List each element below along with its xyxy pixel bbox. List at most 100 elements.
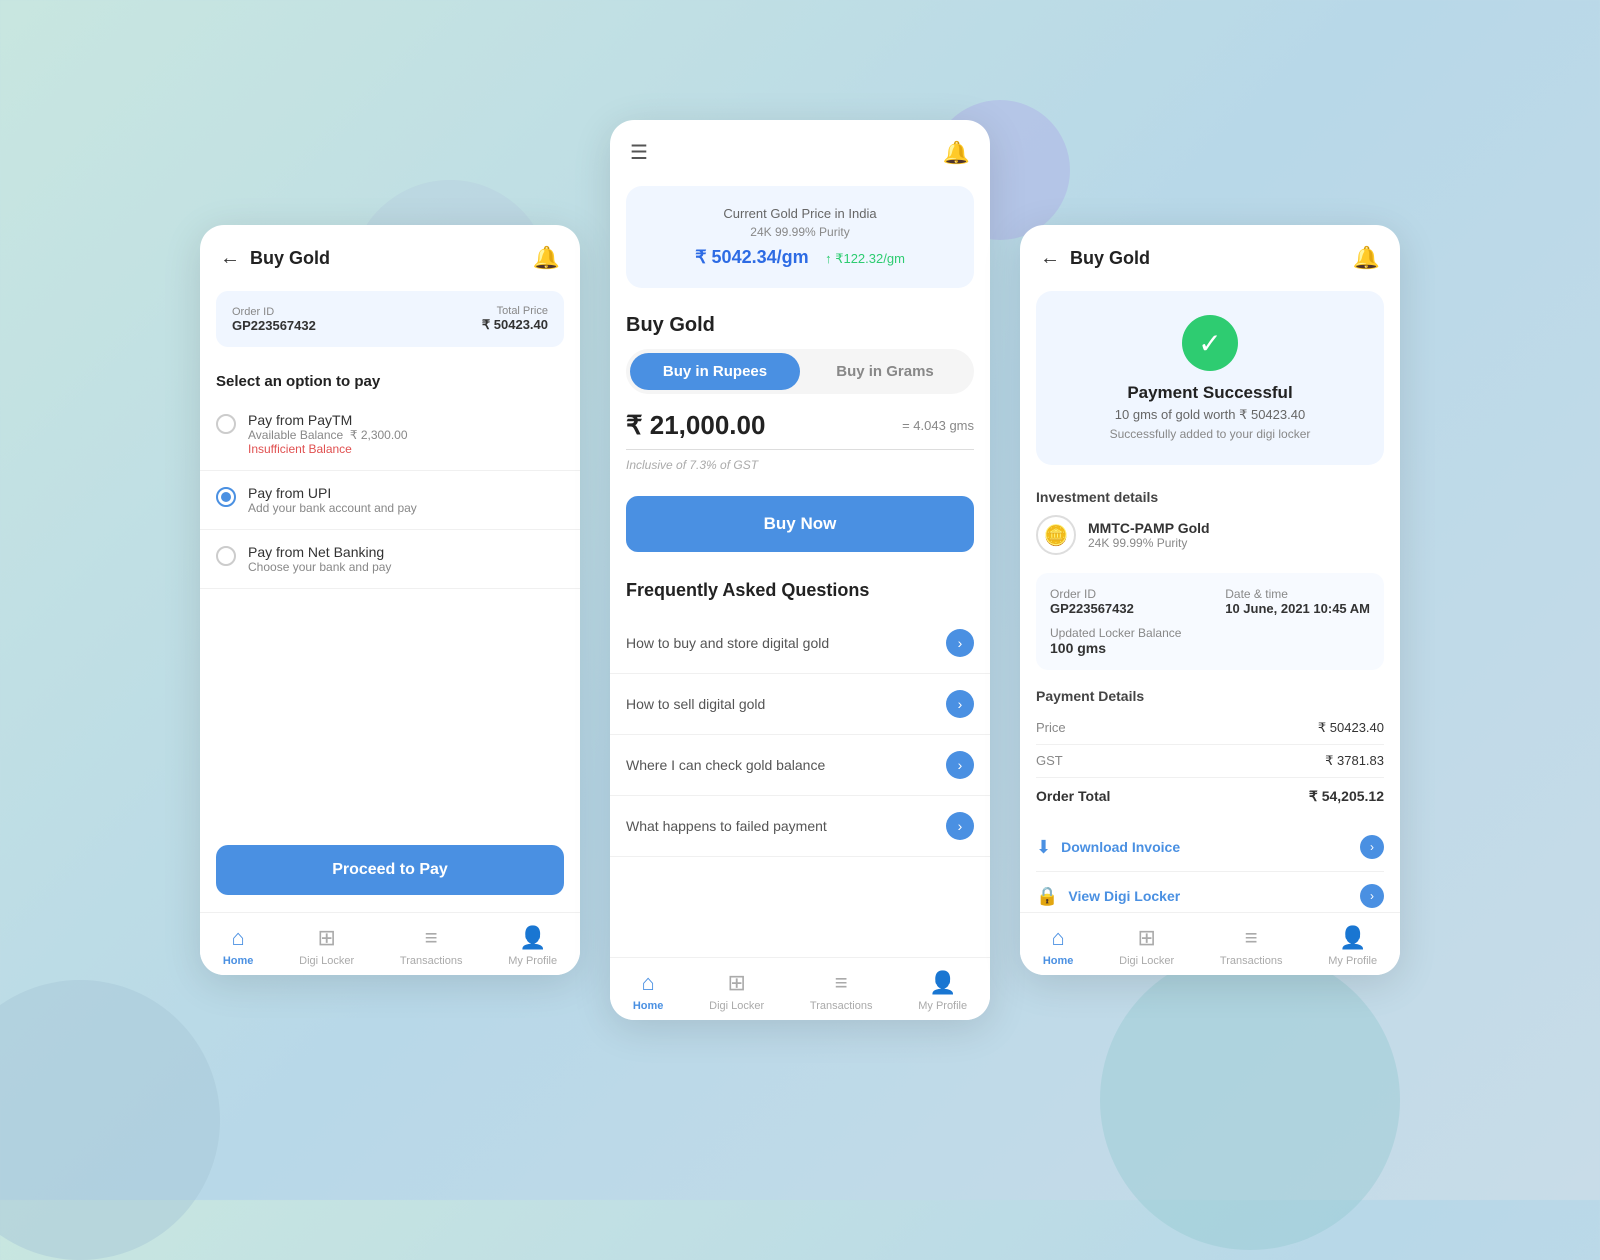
nav-transactions-label-s2: Transactions xyxy=(810,1000,873,1012)
faq-text-1: How to sell digital gold xyxy=(626,696,946,712)
radio-paytm[interactable] xyxy=(216,414,236,434)
digilocker-icon-s2: ⊞ xyxy=(727,970,745,996)
home-icon-s2: ⌂ xyxy=(641,970,654,996)
download-invoice-left: ⬇ Download Invoice xyxy=(1036,837,1180,858)
select-option-label: Select an option to pay xyxy=(200,357,580,398)
faq-item-0[interactable]: How to buy and store digital gold › xyxy=(610,613,990,674)
download-arrow-icon: › xyxy=(1360,835,1384,859)
order-info-box: Order ID GP223567432 Total Price ₹ 50423… xyxy=(216,291,564,347)
bell-icon-s3[interactable]: 🔔 xyxy=(1353,245,1380,271)
locker-arrow-icon: › xyxy=(1360,884,1384,908)
nav-transactions-label-s3: Transactions xyxy=(1220,955,1283,967)
screen3-header: ← Buy Gold 🔔 xyxy=(1020,225,1400,281)
total-price-block: Total Price ₹ 50423.40 xyxy=(482,305,548,333)
toggle-grams-btn[interactable]: Buy in Grams xyxy=(800,353,970,390)
back-arrow-icon[interactable]: ← xyxy=(220,247,240,270)
faq-item-2[interactable]: Where I can check gold balance › xyxy=(610,735,990,796)
payment-option-upi[interactable]: Pay from UPI Add your bank account and p… xyxy=(200,471,580,530)
gold-coin-icon: 🪙 xyxy=(1036,515,1076,555)
nav-digilocker-s3[interactable]: ⊞ Digi Locker xyxy=(1119,925,1174,967)
profile-icon-s3: 👤 xyxy=(1339,925,1366,951)
faq-item-1[interactable]: How to sell digital gold › xyxy=(610,674,990,735)
buy-toggle: Buy in Rupees Buy in Grams xyxy=(626,349,974,394)
faq-text-0: How to buy and store digital gold xyxy=(626,635,946,651)
transactions-icon-s3: ≡ xyxy=(1245,925,1258,951)
screen1-header: ← Buy Gold 🔔 xyxy=(200,225,580,281)
nav-profile-s1[interactable]: 👤 My Profile xyxy=(508,925,557,967)
nav-profile-s3[interactable]: 👤 My Profile xyxy=(1328,925,1377,967)
radio-netbanking[interactable] xyxy=(216,546,236,566)
locker-balance-label: Updated Locker Balance xyxy=(1050,626,1370,640)
home-icon-s3: ⌂ xyxy=(1051,925,1064,951)
nav-transactions-s2[interactable]: ≡ Transactions xyxy=(810,970,873,1012)
transactions-icon-s1: ≡ xyxy=(425,925,438,951)
success-check-icon: ✓ xyxy=(1182,315,1238,371)
nav-profile-s2[interactable]: 👤 My Profile xyxy=(918,970,967,1012)
faq-icon-1: › xyxy=(946,690,974,718)
order-details-grid: Order ID GP223567432 Date & time 10 June… xyxy=(1036,573,1384,670)
buy-now-button[interactable]: Buy Now xyxy=(626,496,974,552)
nav-digilocker-s2[interactable]: ⊞ Digi Locker xyxy=(709,970,764,1012)
upi-name: Pay from UPI xyxy=(248,485,417,501)
proceed-to-pay-button[interactable]: Proceed to Pay xyxy=(216,845,564,895)
nav-home-s3[interactable]: ⌂ Home xyxy=(1043,925,1074,967)
nav-home-label-s1: Home xyxy=(223,955,254,967)
price-value: ₹ 50423.40 xyxy=(1318,720,1384,736)
screen2-top: ☰ 🔔 xyxy=(610,120,990,176)
nav-transactions-s3[interactable]: ≡ Transactions xyxy=(1220,925,1283,967)
payment-option-netbanking[interactable]: Pay from Net Banking Choose your bank an… xyxy=(200,530,580,589)
amount-row: ₹ 21,000.00 = 4.043 gms xyxy=(626,410,974,441)
payment-details-section: Payment Details Price ₹ 50423.40 GST ₹ 3… xyxy=(1020,678,1400,815)
nav-home-s2[interactable]: ⌂ Home xyxy=(633,970,664,1012)
locker-balance-block: Updated Locker Balance 100 gms xyxy=(1050,626,1370,656)
home-icon-s1: ⌂ xyxy=(231,925,244,951)
order-total-row: Order Total ₹ 54,205.12 xyxy=(1036,778,1384,815)
nav-home-label-s3: Home xyxy=(1043,955,1074,967)
gold-price-value: ₹ 5042.34/gm xyxy=(695,247,809,267)
bell-icon-s2[interactable]: 🔔 xyxy=(943,140,970,166)
nav-transactions-s1[interactable]: ≡ Transactions xyxy=(400,925,463,967)
success-sub: 10 gms of gold worth ₹ 50423.40 xyxy=(1052,407,1368,423)
nav-digilocker-label-s2: Digi Locker xyxy=(709,1000,764,1012)
order-id-row: Order ID GP223567432 Date & time 10 June… xyxy=(1050,587,1370,616)
total-price-label: Total Price xyxy=(482,305,548,317)
paytm-text: Pay from PayTM Available Balance ₹ 2,300… xyxy=(248,412,408,456)
amount-value: ₹ 21,000.00 xyxy=(626,410,765,440)
hamburger-icon[interactable]: ☰ xyxy=(630,140,648,166)
nav-digilocker-label-s3: Digi Locker xyxy=(1119,955,1174,967)
nav-digilocker-label-s1: Digi Locker xyxy=(299,955,354,967)
back-arrow-icon-s3[interactable]: ← xyxy=(1040,247,1060,270)
gold-price-change: ↑ ₹122.32/gm xyxy=(825,251,905,266)
screen1-bottom-nav: ⌂ Home ⊞ Digi Locker ≡ Transactions 👤 My… xyxy=(200,912,580,975)
faq-icon-0: › xyxy=(946,629,974,657)
date-block: Date & time 10 June, 2021 10:45 AM xyxy=(1225,587,1370,616)
view-digi-locker-left: 🔒 View Digi Locker xyxy=(1036,886,1180,907)
gold-price-title: Current Gold Price in India xyxy=(646,206,954,221)
netbanking-name: Pay from Net Banking xyxy=(248,544,391,560)
nav-home-s1[interactable]: ⌂ Home xyxy=(223,925,254,967)
screen-buy-gold: ☰ 🔔 Current Gold Price in India 24K 99.9… xyxy=(610,120,990,1020)
faq-item-3[interactable]: What happens to failed payment › xyxy=(610,796,990,857)
transactions-icon-s2: ≡ xyxy=(835,970,848,996)
download-invoice-link[interactable]: ⬇ Download Invoice › xyxy=(1036,823,1384,872)
success-banner: ✓ Payment Successful 10 gms of gold wort… xyxy=(1036,291,1384,465)
order-id-label: Order ID xyxy=(232,306,316,318)
screen-payment: ← Buy Gold 🔔 Order ID GP223567432 Total … xyxy=(200,225,580,975)
screen3-title: Buy Gold xyxy=(1070,248,1150,269)
nav-profile-label-s3: My Profile xyxy=(1328,955,1377,967)
buy-gold-title: Buy Gold xyxy=(610,298,990,349)
invest-name: MMTC-PAMP Gold xyxy=(1088,520,1210,536)
bell-icon[interactable]: 🔔 xyxy=(533,245,560,271)
success-note: Successfully added to your digi locker xyxy=(1052,427,1368,441)
bg-circle-1 xyxy=(0,980,220,1260)
payment-option-paytm[interactable]: Pay from PayTM Available Balance ₹ 2,300… xyxy=(200,398,580,471)
locker-icon: 🔒 xyxy=(1036,886,1058,907)
radio-upi[interactable] xyxy=(216,487,236,507)
price-row: Price ₹ 50423.40 xyxy=(1036,712,1384,745)
nav-digilocker-s1[interactable]: ⊞ Digi Locker xyxy=(299,925,354,967)
upi-text: Pay from UPI Add your bank account and p… xyxy=(248,485,417,515)
toggle-rupees-btn[interactable]: Buy in Rupees xyxy=(630,353,800,390)
radio-upi-inner xyxy=(221,492,231,502)
download-invoice-text: Download Invoice xyxy=(1061,839,1180,855)
faq-text-3: What happens to failed payment xyxy=(626,818,946,834)
